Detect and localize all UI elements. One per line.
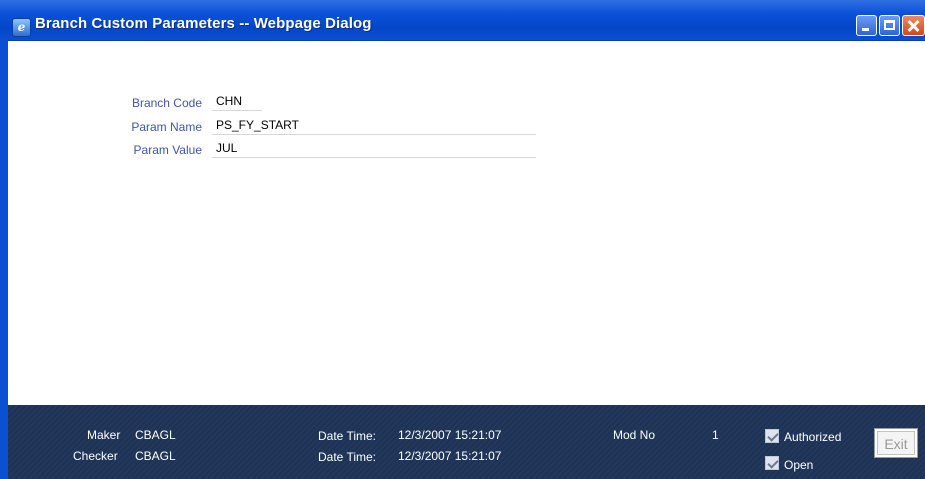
mod-no-value: 1 — [712, 428, 719, 442]
param-name-label: Param Name — [131, 120, 202, 134]
title-bar[interactable]: e Branch Custom Parameters -- Webpage Di… — [0, 0, 925, 41]
authorized-checkbox[interactable] — [765, 429, 779, 443]
branch-code-field[interactable]: CHN — [212, 94, 262, 111]
maker-label: Maker — [87, 428, 121, 442]
close-icon[interactable] — [902, 15, 925, 36]
ie-icon: e — [12, 18, 31, 37]
param-name-field[interactable]: PS_FY_START — [212, 118, 536, 135]
open-checkbox[interactable] — [765, 456, 779, 470]
maker-datetime-label: Date Time: — [318, 429, 377, 443]
branch-code-label: Branch Code — [131, 96, 202, 110]
checker-label: Checker — [73, 449, 118, 463]
authorized-label: Authorized — [784, 430, 842, 444]
maker-value: CBAGL — [135, 428, 176, 442]
open-label: Open — [784, 458, 814, 472]
window-title: Branch Custom Parameters -- Webpage Dial… — [35, 15, 372, 32]
minimize-icon[interactable] — [856, 15, 877, 36]
param-value-label: Param Value — [133, 143, 202, 157]
checker-datetime-value: 12/3/2007 15:21:07 — [398, 449, 502, 463]
mod-no-label: Mod No — [613, 428, 656, 442]
exit-button[interactable]: Exit — [874, 428, 918, 458]
maximize-icon[interactable] — [879, 15, 900, 36]
dialog-window: e Branch Custom Parameters -- Webpage Di… — [0, 0, 925, 479]
param-value-field[interactable]: JUL — [212, 141, 536, 158]
window-left-border — [0, 40, 8, 479]
checker-datetime-label: Date Time: — [318, 450, 377, 464]
checker-value: CBAGL — [135, 449, 176, 463]
maker-datetime-value: 12/3/2007 15:21:07 — [398, 428, 502, 442]
